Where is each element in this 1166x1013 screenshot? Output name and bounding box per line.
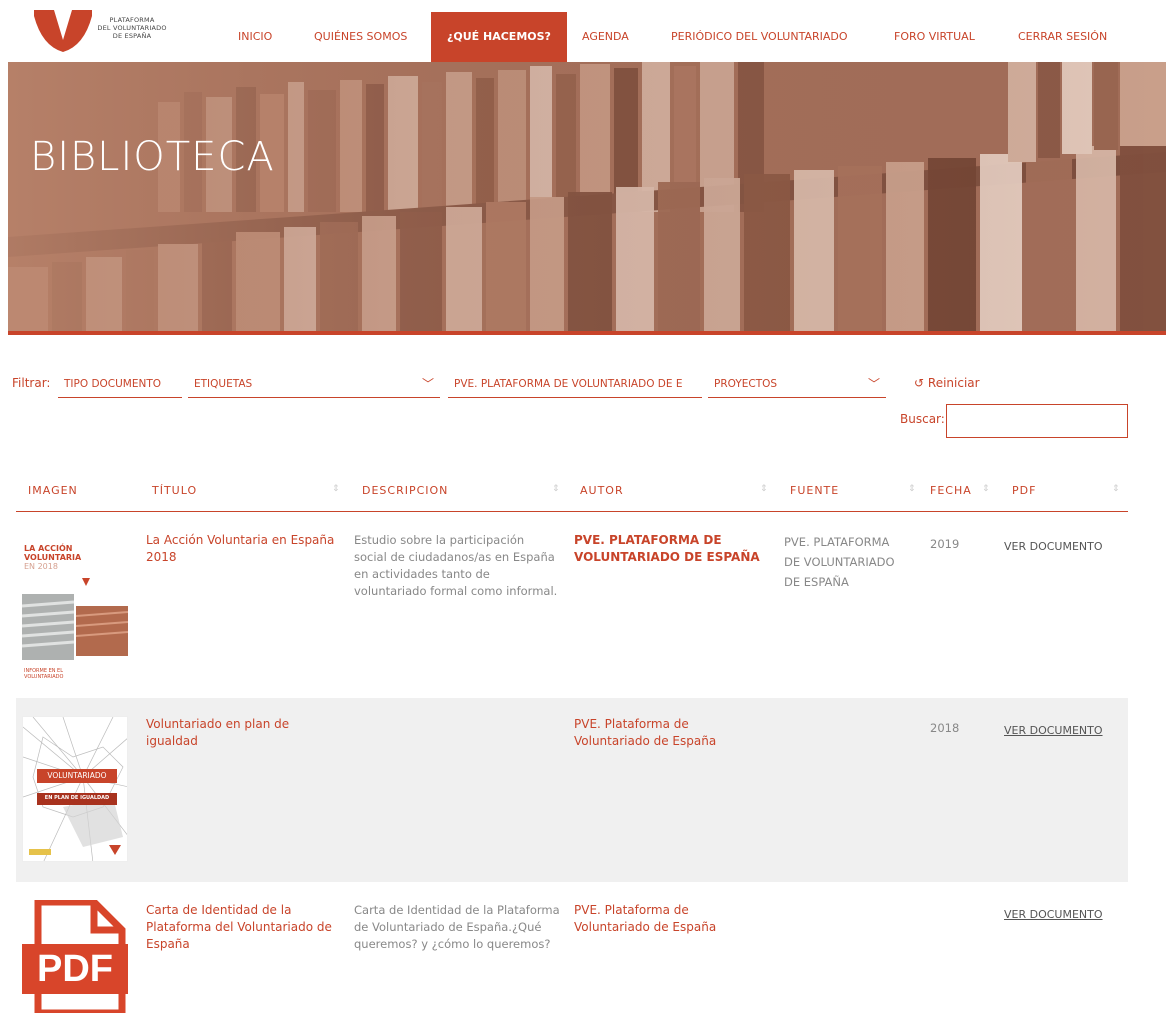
thumb-footer: INFORME EN EL VOLUNTARIADO <box>24 668 64 680</box>
view-document-link[interactable]: VER DOCUMENTO <box>1004 538 1103 555</box>
thumb-line-1: VOLUNTARIADO <box>47 771 107 780</box>
logo-line-2: DEL VOLUNTARIADO <box>97 24 167 32</box>
nav-quienes-somos[interactable]: QUIÉNES SOMOS <box>314 12 407 62</box>
thumb-line-1: LA ACCIÓN <box>24 544 73 553</box>
table-row: PDF Carta de Identidad de la Plataforma … <box>16 884 1128 1013</box>
thumb-line-3: EN 2018 <box>24 562 58 571</box>
select-autor[interactable]: PVE. PLATAFORMA DE VOLUNTARIADO DE E <box>448 370 702 398</box>
logo-mark-icon <box>34 10 92 52</box>
search-input[interactable] <box>946 404 1128 438</box>
col-descripcion[interactable]: DESCRIPCION <box>362 484 448 497</box>
nav-agenda[interactable]: AGENDA <box>582 12 629 62</box>
sort-icon[interactable]: ⇕ <box>982 484 990 494</box>
chevron-down-icon: ﹀ <box>867 377 880 391</box>
nav-cerrar-sesion[interactable]: CERRAR SESIÓN <box>1018 12 1107 62</box>
nav-que-hacemos[interactable]: ¿QUÉ HACEMOS? <box>431 12 567 62</box>
select-tipo-documento-value: TIPO DOCUMENTO <box>64 378 162 390</box>
row-description: Carta de Identidad de la Plataforma de V… <box>354 903 560 951</box>
site-logo[interactable]: PLATAFORMA DEL VOLUNTARIADO DE ESPAÑA <box>34 10 174 54</box>
row-date: 2018 <box>930 721 960 735</box>
thumb-line-2: VOLUNTARIA <box>24 553 82 562</box>
sort-icon[interactable]: ⇕ <box>760 484 768 494</box>
select-proyectos-value: PROYECTOS <box>714 378 778 390</box>
row-description: Estudio sobre la participación social de… <box>354 533 558 598</box>
pdf-icon[interactable]: PDF <box>22 898 128 1013</box>
reset-button[interactable]: ↺ Reiniciar <box>914 376 980 390</box>
row-source: PVE. PLATAFORMA DE VOLUNTARIADO DE ESPAÑ… <box>784 535 895 589</box>
select-autor-value: PVE. PLATAFORMA DE VOLUNTARIADO DE E <box>454 378 683 390</box>
select-etiquetas[interactable]: ETIQUETAS ﹀ <box>188 370 440 398</box>
col-fecha[interactable]: FECHA <box>930 484 972 497</box>
col-fuente[interactable]: FUENTE <box>790 484 839 497</box>
filter-label: Filtrar: <box>12 376 51 390</box>
nav-inicio[interactable]: INICIO <box>238 12 272 62</box>
table-header: IMAGEN TÍTULO ⇕ DESCRIPCION ⇕ AUTOR ⇕ FU… <box>16 478 1128 512</box>
sort-icon[interactable]: ⇕ <box>908 484 916 494</box>
hero-banner: BIBLIOTECA <box>8 62 1166 332</box>
page-title: BIBLIOTECA <box>30 134 275 180</box>
top-header: PLATAFORMA DEL VOLUNTARIADO DE ESPAÑA IN… <box>0 0 1166 62</box>
nav-periodico[interactable]: PERIÓDICO DEL VOLUNTARIADO <box>671 12 848 62</box>
select-proyectos[interactable]: PROYECTOS ﹀ <box>708 370 886 398</box>
col-titulo[interactable]: TÍTULO <box>152 484 197 497</box>
view-document-link[interactable]: VER DOCUMENTO <box>1004 722 1103 739</box>
row-title[interactable]: Carta de Identidad de la Plataforma del … <box>146 902 342 953</box>
thumb-title: LA ACCIÓN VOLUNTARIA EN 2018 <box>24 544 81 571</box>
select-etiquetas-value: ETIQUETAS <box>194 378 253 390</box>
thumb-line-2: EN PLAN DE IGUALDAD <box>44 795 110 801</box>
network-illustration <box>23 717 127 861</box>
col-pdf[interactable]: PDF <box>1012 484 1036 497</box>
logo-line-3: DE ESPAÑA <box>112 32 152 40</box>
logo-line-1: PLATAFORMA <box>109 16 155 24</box>
table-row: VOLUNTARIADO EN PLAN DE IGUALDAD Volunta… <box>16 698 1128 882</box>
chevron-down-icon: ﹀ <box>421 377 434 391</box>
col-imagen[interactable]: IMAGEN <box>28 484 78 497</box>
nav-foro-virtual[interactable]: FORO VIRTUAL <box>894 12 975 62</box>
pdf-label: PDF <box>37 948 113 990</box>
row-author[interactable]: PVE. Plataforma de Voluntariado de Españ… <box>574 716 744 750</box>
document-thumbnail[interactable]: LA ACCIÓN VOLUNTARIA EN 2018 INFORME EN … <box>22 532 128 682</box>
bookshelf-image <box>8 62 1166 332</box>
sort-icon[interactable]: ⇕ <box>332 484 340 494</box>
logo-text: PLATAFORMA DEL VOLUNTARIADO DE ESPAÑA <box>96 16 168 40</box>
reset-label: Reiniciar <box>927 376 980 390</box>
sort-icon[interactable]: ⇕ <box>552 484 560 494</box>
select-tipo-documento[interactable]: TIPO DOCUMENTO <box>58 370 182 398</box>
sort-icon[interactable]: ⇕ <box>1112 484 1120 494</box>
row-date: 2019 <box>930 537 960 551</box>
hero-divider <box>8 331 1166 335</box>
row-author[interactable]: PVE. Plataforma de Voluntariado de Españ… <box>574 902 744 936</box>
stairs-photo <box>22 576 128 660</box>
document-thumbnail[interactable]: VOLUNTARIADO EN PLAN DE IGUALDAD <box>22 716 128 862</box>
search-label: Buscar: <box>900 412 945 426</box>
row-title[interactable]: Voluntariado en plan de igualdad <box>146 716 316 750</box>
row-title[interactable]: La Acción Voluntaria en España 2018 <box>146 532 342 566</box>
row-author[interactable]: PVE. PLATAFORMA DE VOLUNTARIADO DE ESPAÑ… <box>574 532 770 566</box>
view-document-link[interactable]: VER DOCUMENTO <box>1004 906 1103 923</box>
table-row: LA ACCIÓN VOLUNTARIA EN 2018 INFORME EN … <box>16 514 1128 696</box>
col-autor[interactable]: AUTOR <box>580 484 624 497</box>
filter-bar: Filtrar: TIPO DOCUMENTO ETIQUETAS ﹀ PVE.… <box>0 370 1166 450</box>
reset-icon: ↺ <box>914 376 925 390</box>
